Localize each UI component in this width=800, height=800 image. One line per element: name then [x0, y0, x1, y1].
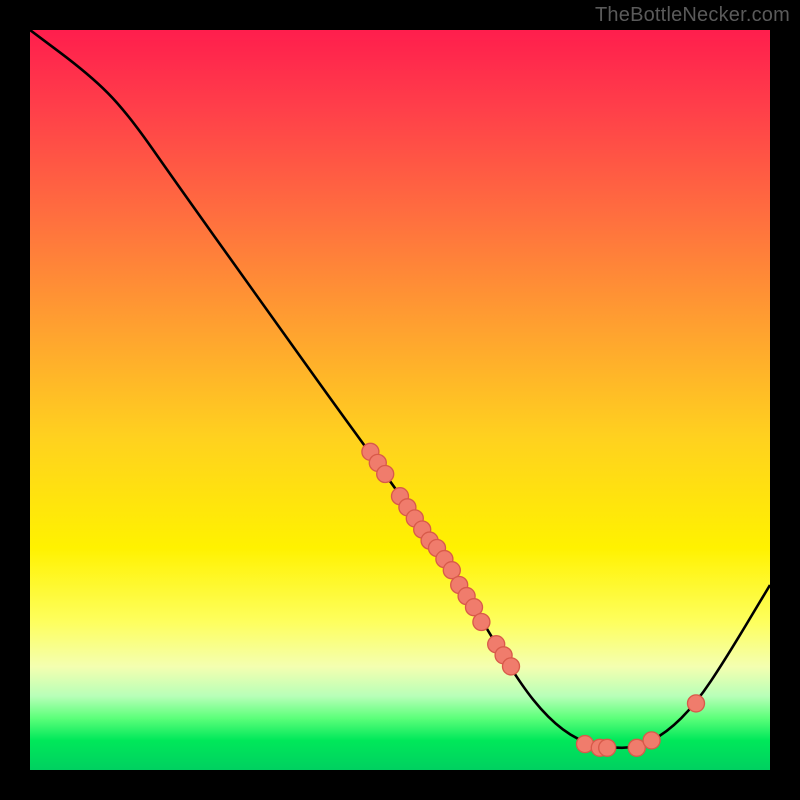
- data-markers-group: [362, 443, 705, 756]
- data-marker: [473, 613, 490, 630]
- bottleneck-curve-chart: [30, 30, 770, 770]
- data-marker: [687, 695, 704, 712]
- chart-frame: TheBottleNecker.com: [0, 0, 800, 800]
- bottleneck-curve: [30, 30, 770, 748]
- data-marker: [643, 732, 660, 749]
- watermark-text: TheBottleNecker.com: [595, 4, 790, 27]
- data-marker: [377, 465, 394, 482]
- data-marker: [599, 739, 616, 756]
- data-marker: [502, 658, 519, 675]
